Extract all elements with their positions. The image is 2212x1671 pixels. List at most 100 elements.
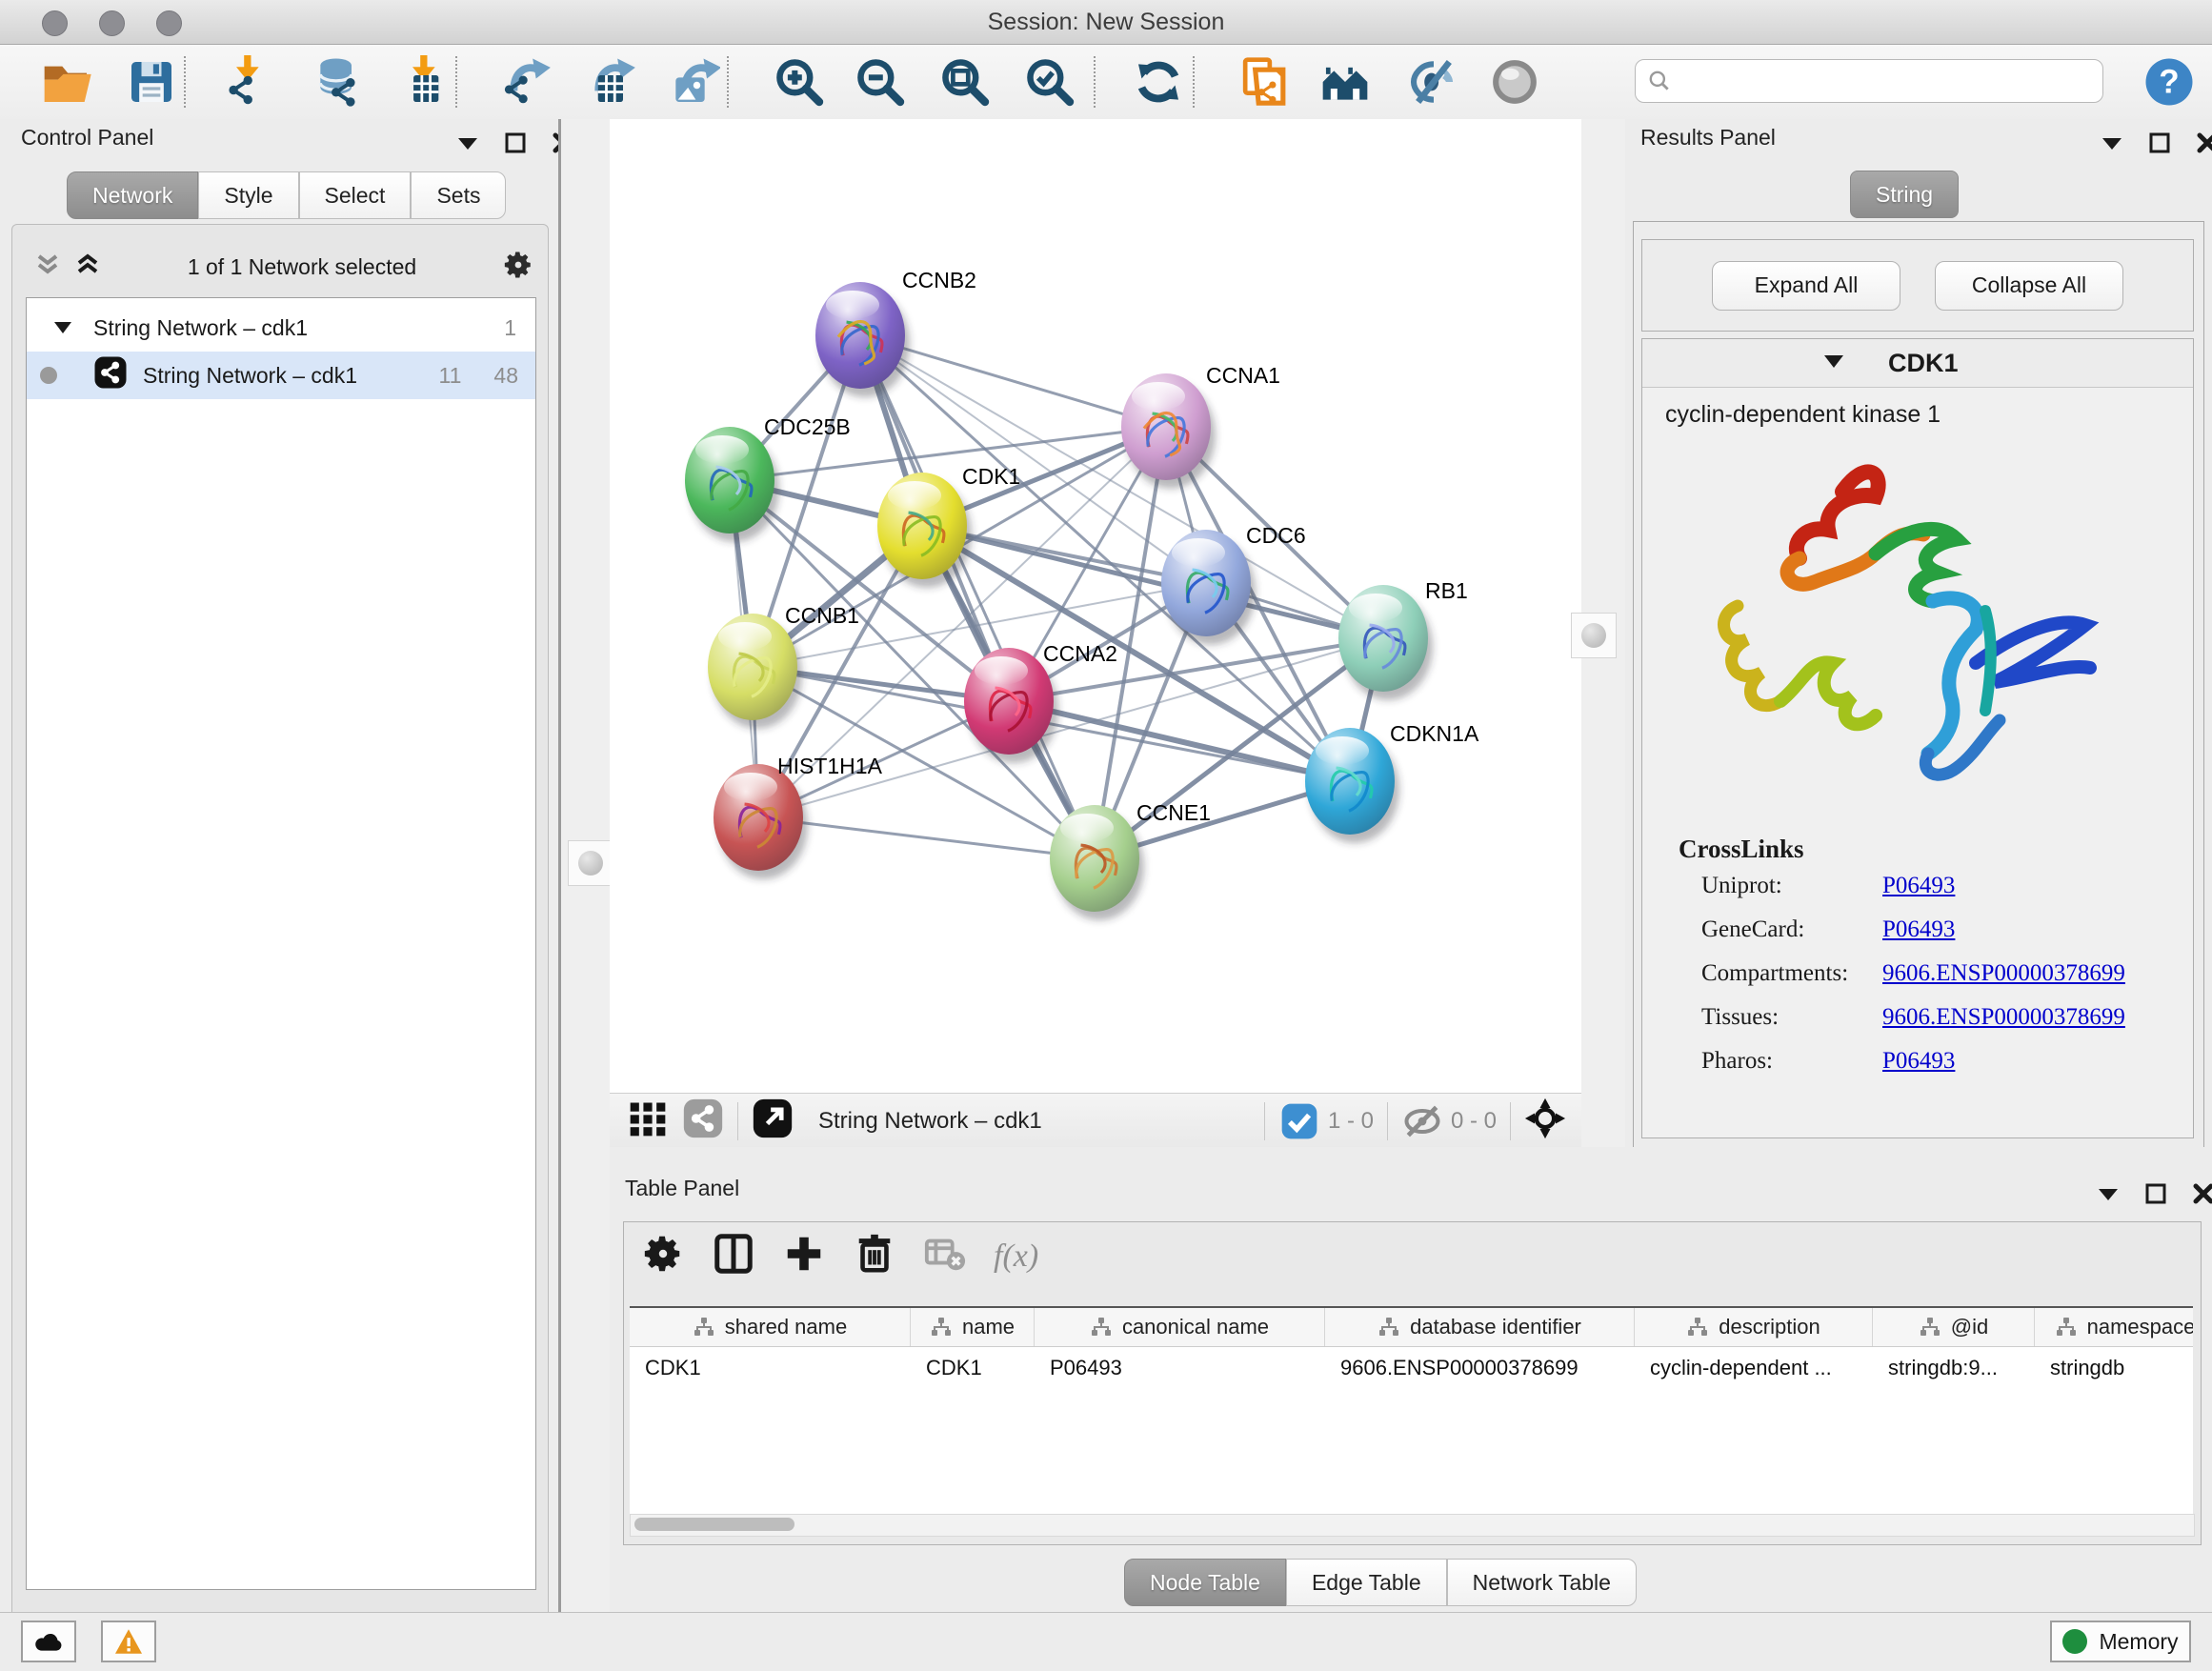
cloud-button[interactable] xyxy=(21,1621,76,1662)
table-cell[interactable]: CDK1 xyxy=(630,1347,911,1389)
float-panel-icon[interactable] xyxy=(2145,1183,2166,1209)
export-network-icon[interactable] xyxy=(495,52,554,111)
gene-expander-icon[interactable] xyxy=(1823,353,1844,373)
column-header--id[interactable]: @id xyxy=(1873,1308,2035,1346)
collapse-panel-icon[interactable] xyxy=(457,135,478,155)
table-cell[interactable]: 9606.ENSP00000378699 xyxy=(1325,1347,1635,1389)
node-CDKN1A[interactable] xyxy=(1305,728,1399,843)
save-session-icon[interactable] xyxy=(122,52,181,111)
table-cell[interactable]: CDK1 xyxy=(911,1347,1035,1389)
column-header-database-identifier[interactable]: database identifier xyxy=(1325,1308,1635,1346)
column-header-shared-name[interactable]: shared name xyxy=(630,1308,911,1346)
left-splitter[interactable] xyxy=(558,119,613,1612)
import-table-icon[interactable] xyxy=(393,52,452,111)
table-cell[interactable]: stringdb xyxy=(2035,1347,2193,1389)
open-in-browser-icon[interactable] xyxy=(752,1097,794,1144)
column-header-namespace[interactable]: namespace xyxy=(2035,1308,2193,1346)
zoom-in-icon[interactable] xyxy=(770,52,829,111)
node-HIST1H1A[interactable] xyxy=(714,764,808,879)
node-CCNE1[interactable] xyxy=(1050,805,1144,920)
table-cell[interactable]: P06493 xyxy=(1035,1347,1325,1389)
export-image-icon[interactable] xyxy=(664,52,723,111)
tab-style[interactable]: Style xyxy=(198,171,298,219)
search-field[interactable] xyxy=(1635,59,2103,103)
table-panel-header-icons xyxy=(2098,1183,2212,1209)
add-column-plus-icon[interactable] xyxy=(782,1232,826,1280)
tab-network-table[interactable]: Network Table xyxy=(1447,1559,1637,1606)
node-CDK1[interactable] xyxy=(877,473,972,588)
collection-expander-icon[interactable] xyxy=(53,315,72,341)
tab-string[interactable]: String xyxy=(1850,171,1959,218)
search-input[interactable] xyxy=(1672,68,2076,94)
tab-select[interactable]: Select xyxy=(299,171,412,219)
float-panel-icon[interactable] xyxy=(2149,132,2170,158)
scrollbar-thumb[interactable] xyxy=(634,1518,794,1531)
import-network-icon[interactable] xyxy=(217,52,276,111)
table-cell[interactable]: stringdb:9... xyxy=(1873,1347,2035,1389)
table-horizontal-scrollbar[interactable] xyxy=(630,1514,2195,1537)
edge-CDK1-RB1[interactable] xyxy=(922,526,1383,638)
crosslink-value-link[interactable]: P06493 xyxy=(1882,873,1955,899)
tab-node-table[interactable]: Node Table xyxy=(1124,1559,1286,1606)
expand-all-networks-icon[interactable] xyxy=(73,251,102,284)
birdseye-grid-icon[interactable] xyxy=(627,1097,669,1144)
refresh-icon[interactable] xyxy=(1129,52,1188,111)
node-CCNB2[interactable] xyxy=(815,282,910,397)
table-cell[interactable]: cyclin-dependent ... xyxy=(1635,1347,1873,1389)
table-row[interactable]: CDK1CDK1P064939606.ENSP00000378699cyclin… xyxy=(630,1347,2193,1389)
warnings-button[interactable] xyxy=(101,1621,156,1662)
network-type-share-icon[interactable] xyxy=(682,1097,724,1144)
collapse-panel-icon[interactable] xyxy=(2101,135,2122,155)
tab-edge-table[interactable]: Edge Table xyxy=(1286,1559,1447,1606)
collapse-all-networks-icon[interactable] xyxy=(33,251,62,284)
network-view[interactable]: CCNB2CCNA1CDC25BCDK1CDC6RB1CCNB1CCNA2CDK… xyxy=(610,119,1581,1093)
memory-button[interactable]: Memory xyxy=(2050,1621,2191,1662)
edge-CCNB2-CCNE1[interactable] xyxy=(860,335,1095,858)
gene-section-header[interactable]: CDK1 xyxy=(1642,339,2193,388)
crosslink-value-link[interactable]: 9606.ENSP00000378699 xyxy=(1882,1004,2125,1031)
help-icon[interactable]: ? xyxy=(2140,52,2199,111)
import-database-icon[interactable] xyxy=(309,52,368,111)
column-header-name[interactable]: name xyxy=(911,1308,1035,1346)
column-header-description[interactable]: description xyxy=(1635,1308,1873,1346)
string-home-icon[interactable] xyxy=(1316,52,1375,111)
open-session-icon[interactable] xyxy=(37,52,96,111)
show-details-icon[interactable] xyxy=(1485,52,1544,111)
zoom-selected-icon[interactable] xyxy=(1020,52,1079,111)
expand-all-button[interactable]: Expand All xyxy=(1712,261,1900,311)
zoom-fit-icon[interactable] xyxy=(935,52,995,111)
right-splitter-handle[interactable] xyxy=(1571,613,1617,658)
left-splitter-handle[interactable] xyxy=(568,840,613,886)
crosslink-value-link[interactable]: 9606.ENSP00000378699 xyxy=(1882,960,2125,987)
node-table[interactable]: shared namenamecanonical namedatabase id… xyxy=(630,1306,2193,1514)
node-CCNB1[interactable] xyxy=(708,614,802,729)
hide-details-icon[interactable] xyxy=(1404,52,1463,111)
collapse-panel-icon[interactable] xyxy=(2098,1186,2119,1206)
node-CDC25B[interactable] xyxy=(685,427,779,542)
share-document-icon[interactable] xyxy=(1235,52,1294,111)
table-settings-gear-icon[interactable] xyxy=(641,1232,685,1280)
float-panel-icon[interactable] xyxy=(505,132,526,158)
node-CCNA1[interactable] xyxy=(1121,373,1216,489)
zoom-out-icon[interactable] xyxy=(851,52,910,111)
export-table-icon[interactable] xyxy=(580,52,639,111)
edge-CCNE1-HIST1H1A[interactable] xyxy=(758,817,1095,858)
column-header-canonical-name[interactable]: canonical name xyxy=(1035,1308,1325,1346)
crosslink-value-link[interactable]: P06493 xyxy=(1882,916,1955,943)
node-CDC6[interactable] xyxy=(1161,530,1256,645)
network-row-selected[interactable]: String Network – cdk1 11 48 xyxy=(27,352,535,399)
show-columns-icon[interactable] xyxy=(712,1232,755,1280)
tab-sets[interactable]: Sets xyxy=(411,171,506,219)
collapse-all-button[interactable]: Collapse All xyxy=(1935,261,2123,311)
close-panel-icon[interactable] xyxy=(2193,1183,2212,1209)
delete-column-trash-icon[interactable] xyxy=(853,1232,896,1280)
crosslink-value-link[interactable]: P06493 xyxy=(1882,1048,1955,1075)
network-collection-row[interactable]: String Network – cdk1 1 xyxy=(27,304,535,352)
selected-count-badge: 1 - 0 xyxy=(1278,1100,1374,1142)
fit-crosshair-icon[interactable] xyxy=(1524,1097,1566,1144)
network-options-gear-icon[interactable] xyxy=(502,249,534,286)
tab-network[interactable]: Network xyxy=(67,171,198,219)
close-panel-icon[interactable] xyxy=(2197,132,2212,158)
status-bar: Memory xyxy=(0,1612,2212,1671)
node-RB1[interactable] xyxy=(1338,585,1433,700)
